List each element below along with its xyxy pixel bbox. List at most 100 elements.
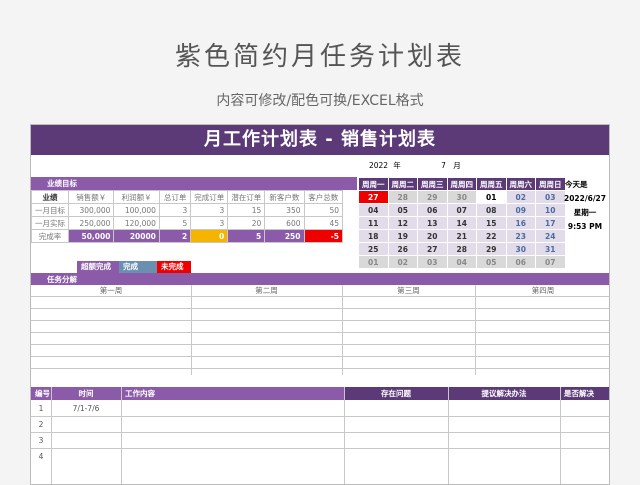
calendar-day[interactable]: 21: [446, 229, 477, 243]
calendar-day[interactable]: 06: [417, 203, 448, 217]
target-cell[interactable]: 3: [190, 203, 229, 217]
row-number: 4: [38, 451, 44, 461]
year-value[interactable]: 2022: [366, 161, 391, 171]
calendar-day[interactable]: 04: [358, 203, 389, 217]
target-cell[interactable]: 3: [158, 203, 192, 217]
completion-cell[interactable]: 5: [227, 229, 266, 243]
page-title: 紫色简约月任务计划表: [174, 42, 465, 72]
completion-cell[interactable]: 20000: [113, 229, 160, 243]
calendar-day[interactable]: 27: [417, 242, 448, 256]
target-cell[interactable]: 300,000: [67, 203, 115, 217]
divider: [121, 387, 122, 484]
calendar-day[interactable]: 06: [505, 255, 536, 269]
target-header: 业绩: [31, 190, 69, 204]
target-header-row: 业绩 销售额￥ 利润额￥ 总订单 完成订单 潜在订单 新客户数 客户总数: [31, 190, 343, 204]
divider: [344, 387, 345, 484]
row-time[interactable]: 7/1-7/6: [51, 401, 121, 416]
weekday-header: 周周四: [446, 177, 477, 191]
calendar-day[interactable]: 05: [476, 255, 507, 269]
today-label: 今天是: [565, 179, 588, 189]
calendar-week: 01 02 03 04 05 06 07: [358, 255, 566, 269]
col-header-time: 时间: [51, 387, 121, 400]
divider: [31, 296, 609, 297]
completion-cell[interactable]: -5: [303, 229, 343, 243]
calendar-day[interactable]: 07: [446, 203, 477, 217]
row-number: 3: [38, 435, 44, 445]
calendar-day[interactable]: 23: [505, 229, 536, 243]
target-cell[interactable]: 15: [227, 203, 266, 217]
calendar-day-today[interactable]: 27: [358, 190, 389, 204]
divider: [51, 387, 52, 484]
weekday-header: 周周六: [505, 177, 536, 191]
legend-exceed: 超额完成: [77, 261, 119, 273]
divider: [475, 285, 476, 375]
calendar-day[interactable]: 01: [358, 255, 389, 269]
divider: [31, 368, 609, 369]
calendar-day[interactable]: 05: [387, 203, 418, 217]
calendar-day[interactable]: 22: [476, 229, 507, 243]
calendar-day[interactable]: 29: [417, 190, 448, 204]
calendar-day[interactable]: 02: [505, 190, 536, 204]
target-header: 新客户数: [264, 190, 305, 204]
target-header: 总订单: [158, 190, 192, 204]
calendar-day[interactable]: 31: [535, 242, 566, 256]
target-cell[interactable]: 120,000: [113, 216, 160, 230]
completion-cell[interactable]: 250: [264, 229, 305, 243]
target-cell[interactable]: 3: [190, 216, 229, 230]
target-header: 潜在订单: [227, 190, 266, 204]
calendar-day[interactable]: 04: [446, 255, 477, 269]
calendar-week: 04 05 06 07 08 09 10: [358, 203, 566, 217]
calendar-day[interactable]: 11: [358, 216, 389, 230]
completion-cell[interactable]: 0: [190, 229, 229, 243]
calendar-day[interactable]: 20: [417, 229, 448, 243]
divider: [191, 285, 192, 375]
target-cell[interactable]: 600: [264, 216, 305, 230]
calendar-day[interactable]: 14: [446, 216, 477, 230]
calendar-day[interactable]: 28: [387, 190, 418, 204]
calendar-day[interactable]: 09: [505, 203, 536, 217]
completion-cell[interactable]: 50,000: [67, 229, 115, 243]
calendar-week: 11 12 13 14 15 16 17: [358, 216, 566, 230]
calendar-day[interactable]: 26: [387, 242, 418, 256]
calendar-day[interactable]: 16: [505, 216, 536, 230]
calendar-day[interactable]: 03: [417, 255, 448, 269]
calendar-day[interactable]: 30: [505, 242, 536, 256]
calendar-day[interactable]: 25: [358, 242, 389, 256]
target-cell[interactable]: 250,000: [67, 216, 115, 230]
target-cell[interactable]: 20: [227, 216, 266, 230]
divider: [31, 448, 609, 449]
target-header: 销售额￥: [67, 190, 115, 204]
calendar-day[interactable]: 19: [387, 229, 418, 243]
divider: [31, 344, 609, 345]
divider: [31, 356, 609, 357]
calendar-day[interactable]: 15: [476, 216, 507, 230]
target-cell[interactable]: 100,000: [113, 203, 160, 217]
target-cell[interactable]: 5: [158, 216, 192, 230]
calendar-day[interactable]: 29: [476, 242, 507, 256]
month-value[interactable]: 7: [436, 161, 451, 171]
target-cell[interactable]: 50: [303, 203, 343, 217]
calendar-day[interactable]: 07: [535, 255, 566, 269]
calendar-day[interactable]: 30: [446, 190, 477, 204]
calendar-day[interactable]: 08: [476, 203, 507, 217]
calendar-day[interactable]: 13: [417, 216, 448, 230]
divider: [31, 416, 609, 417]
target-table: 业绩 销售额￥ 利润额￥ 总订单 完成订单 潜在订单 新客户数 客户总数 一月目…: [31, 190, 343, 243]
calendar-day[interactable]: 01: [476, 190, 507, 204]
page-subtitle: 内容可修改/配色可换/EXCEL格式: [216, 93, 424, 109]
completion-cell[interactable]: 2: [158, 229, 192, 243]
target-cell[interactable]: 45: [303, 216, 343, 230]
month-label: 月: [453, 161, 461, 171]
calendar-day[interactable]: 12: [387, 216, 418, 230]
calendar-day[interactable]: 18: [358, 229, 389, 243]
calendar-day[interactable]: 02: [387, 255, 418, 269]
target-row: 一月实际 250,000 120,000 5 3 20 600 45: [31, 216, 343, 230]
divider: [342, 285, 343, 375]
calendar-day[interactable]: 28: [446, 242, 477, 256]
week-header: 第二周: [255, 285, 278, 295]
year-label: 年: [393, 161, 401, 171]
target-cell[interactable]: 350: [264, 203, 305, 217]
calendar-week: 25 26 27 28 29 30 31: [358, 242, 566, 256]
target-row: 一月目标 300,000 100,000 3 3 15 350 50: [31, 203, 343, 217]
divider: [560, 387, 561, 484]
